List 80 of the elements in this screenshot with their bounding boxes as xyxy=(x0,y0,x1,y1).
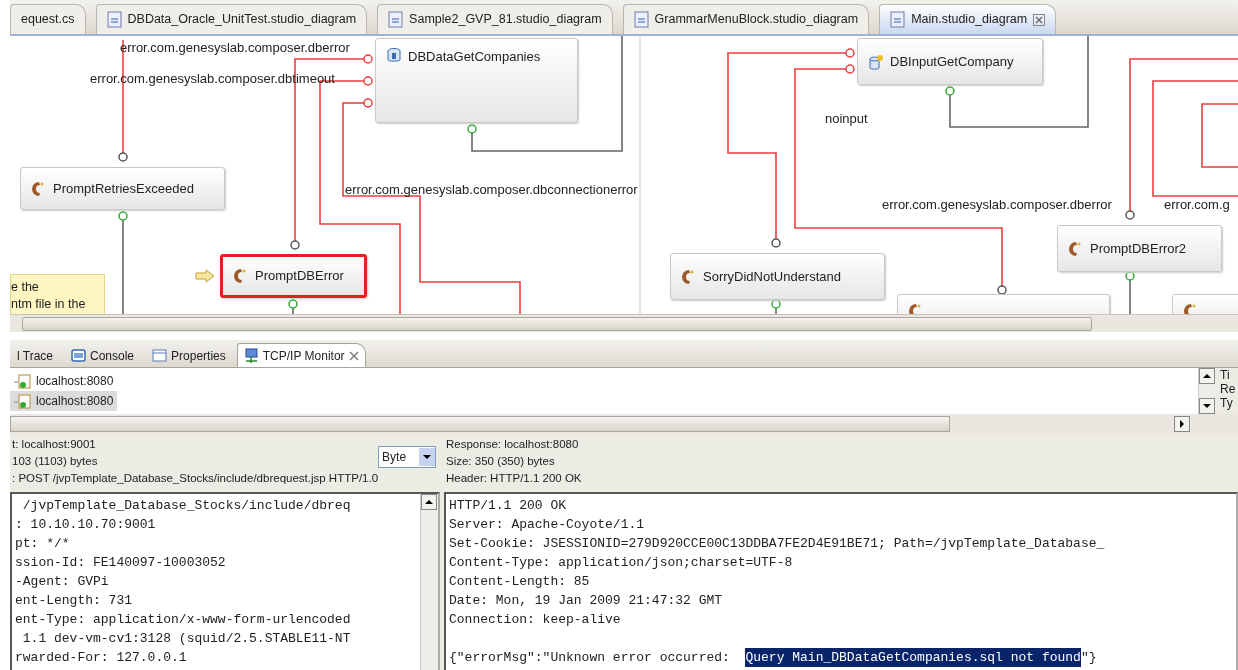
editor-tab[interactable]: Sample2_GVP_81.studio_diagram xyxy=(377,4,613,34)
connector-label: error.com.genesyslab.composer.dbconnectionerror xyxy=(345,181,638,199)
editor-tab[interactable]: Main.studio_diagram xyxy=(879,4,1057,34)
code-line: Content-Type: application/json;charset=UTF-8 xyxy=(449,554,794,572)
code-line: Set-Cookie: JSESSIONID=279D920CCE00C13DDBA7FE2D4E91BE71; Path=/jvpTemplate_Database_ xyxy=(449,535,1106,553)
flow-node[interactable]: DBInputGetCompany xyxy=(857,38,1043,85)
caret-icon xyxy=(419,448,435,466)
connector-line xyxy=(1129,279,1131,314)
close-icon xyxy=(348,350,359,361)
encoding-dropdown[interactable]: Byte xyxy=(378,446,436,468)
database-icon xyxy=(868,53,884,70)
port-icon[interactable] xyxy=(1125,271,1135,281)
code-line: /jvpTemplate_Database_Stocks/include/dbreq xyxy=(21,497,352,515)
view-tab[interactable]: Properties xyxy=(145,343,233,367)
connector-line xyxy=(292,307,294,314)
note-text: ntm file in the xyxy=(11,296,87,313)
code-line: Content-Length: 85 xyxy=(449,573,591,591)
code-line: HTTP/1.1 200 OK xyxy=(449,497,568,515)
code-line: rwarded-For: 127.0.0.1 xyxy=(15,649,188,667)
scroll-right-icon xyxy=(1174,416,1190,432)
column-label: Ti xyxy=(1220,368,1231,382)
header-text: Header: HTTP/1.1 200 OK xyxy=(446,471,583,486)
code-line: Date: Mon, 19 Jan 2009 21:47:32 GMT xyxy=(449,592,724,610)
flow-node[interactable]: DBDataGetCompanies xyxy=(375,38,578,123)
header-text: Response: localhost:8080 xyxy=(446,437,580,452)
connection-item[interactable]: localhost:8080 xyxy=(10,391,118,411)
selected-text: Query Main_DBDataGetCompanies.sql not found xyxy=(745,648,1081,667)
monitor-icon xyxy=(243,348,259,363)
file-icon xyxy=(106,11,122,28)
flow-node[interactable]: PromptDBError2 xyxy=(1057,225,1222,272)
note-text: e the xyxy=(11,279,40,296)
editor-tab[interactable]: equest.cs xyxy=(10,4,86,34)
connection-item[interactable]: localhost:8080 xyxy=(10,371,118,391)
header-text: t: localhost:9001 xyxy=(12,437,97,452)
column-label: Ty xyxy=(1220,396,1234,410)
header-text: Size: 350 (350) bytes xyxy=(446,454,556,469)
connector-label: noinput xyxy=(825,110,868,128)
port-icon[interactable] xyxy=(363,54,373,64)
console-icon xyxy=(71,348,86,363)
properties-icon xyxy=(152,348,168,363)
server-icon xyxy=(14,393,32,409)
code-line: ssion-Id: FE140097-10003052 xyxy=(15,554,227,572)
view-tab[interactable]: l Trace xyxy=(10,343,60,367)
view-tab[interactable]: TCP/IP Monitor xyxy=(236,343,366,367)
column-label: Re xyxy=(1220,382,1237,396)
connector-line xyxy=(775,307,777,314)
flow-node[interactable]: PromptRetriesExceeded xyxy=(20,167,225,210)
port-icon[interactable] xyxy=(467,124,477,134)
flow-node[interactable]: SorryDidNotUnderstand xyxy=(670,253,885,300)
editor-tab[interactable]: GrammarMenuBlock.studio_diagram xyxy=(622,4,870,34)
port-icon[interactable] xyxy=(288,299,298,309)
file-icon xyxy=(890,11,906,28)
port-icon[interactable] xyxy=(363,98,373,108)
server-icon xyxy=(14,373,32,389)
code-text: "} xyxy=(1080,649,1097,667)
port-icon[interactable] xyxy=(945,86,955,96)
code-text: {"errorMsg":"Unknown error occurred: xyxy=(449,649,731,667)
view-tab[interactable]: Console xyxy=(64,343,142,367)
code-line: -Agent: GVPi xyxy=(15,573,110,591)
file-icon xyxy=(388,11,404,28)
port-icon[interactable] xyxy=(771,299,781,309)
database-icon xyxy=(386,47,402,63)
code-line: 1.1 dev-vm-cv1:3128 (squid/2.5.STABLE11-NT xyxy=(21,630,352,648)
editor-tab[interactable]: DBData_Oracle_UnitTest.studio_diagram xyxy=(95,4,368,34)
port-icon[interactable] xyxy=(363,76,373,86)
code-line: Server: Apache-Coyote/1.1 xyxy=(449,516,646,534)
connector-label: error.com.genesyslab.composer.dberror xyxy=(882,196,1112,214)
header-text: : POST /jvpTemplate_Database_Stocks/include/dbrequest.jsp HTTP/1.0 xyxy=(12,471,379,486)
connector-label: error.com.g xyxy=(1164,196,1230,214)
flow-node[interactable]: PromptDBError xyxy=(220,254,367,298)
code-line: : 10.10.10.70:9001 xyxy=(15,516,157,534)
port-icon[interactable] xyxy=(118,211,128,221)
arrow-icon xyxy=(195,269,215,283)
code-line: ent-Length: 731 xyxy=(15,592,134,610)
header-text: 103 (1103) bytes xyxy=(12,454,99,469)
code-line: ent-Type: application/x-www-form-urlencoded xyxy=(15,611,352,629)
code-line: Connection: keep-alive xyxy=(449,611,622,629)
close-icon xyxy=(1033,13,1046,26)
code-line: pt: */* xyxy=(15,535,71,553)
file-icon xyxy=(633,11,649,28)
